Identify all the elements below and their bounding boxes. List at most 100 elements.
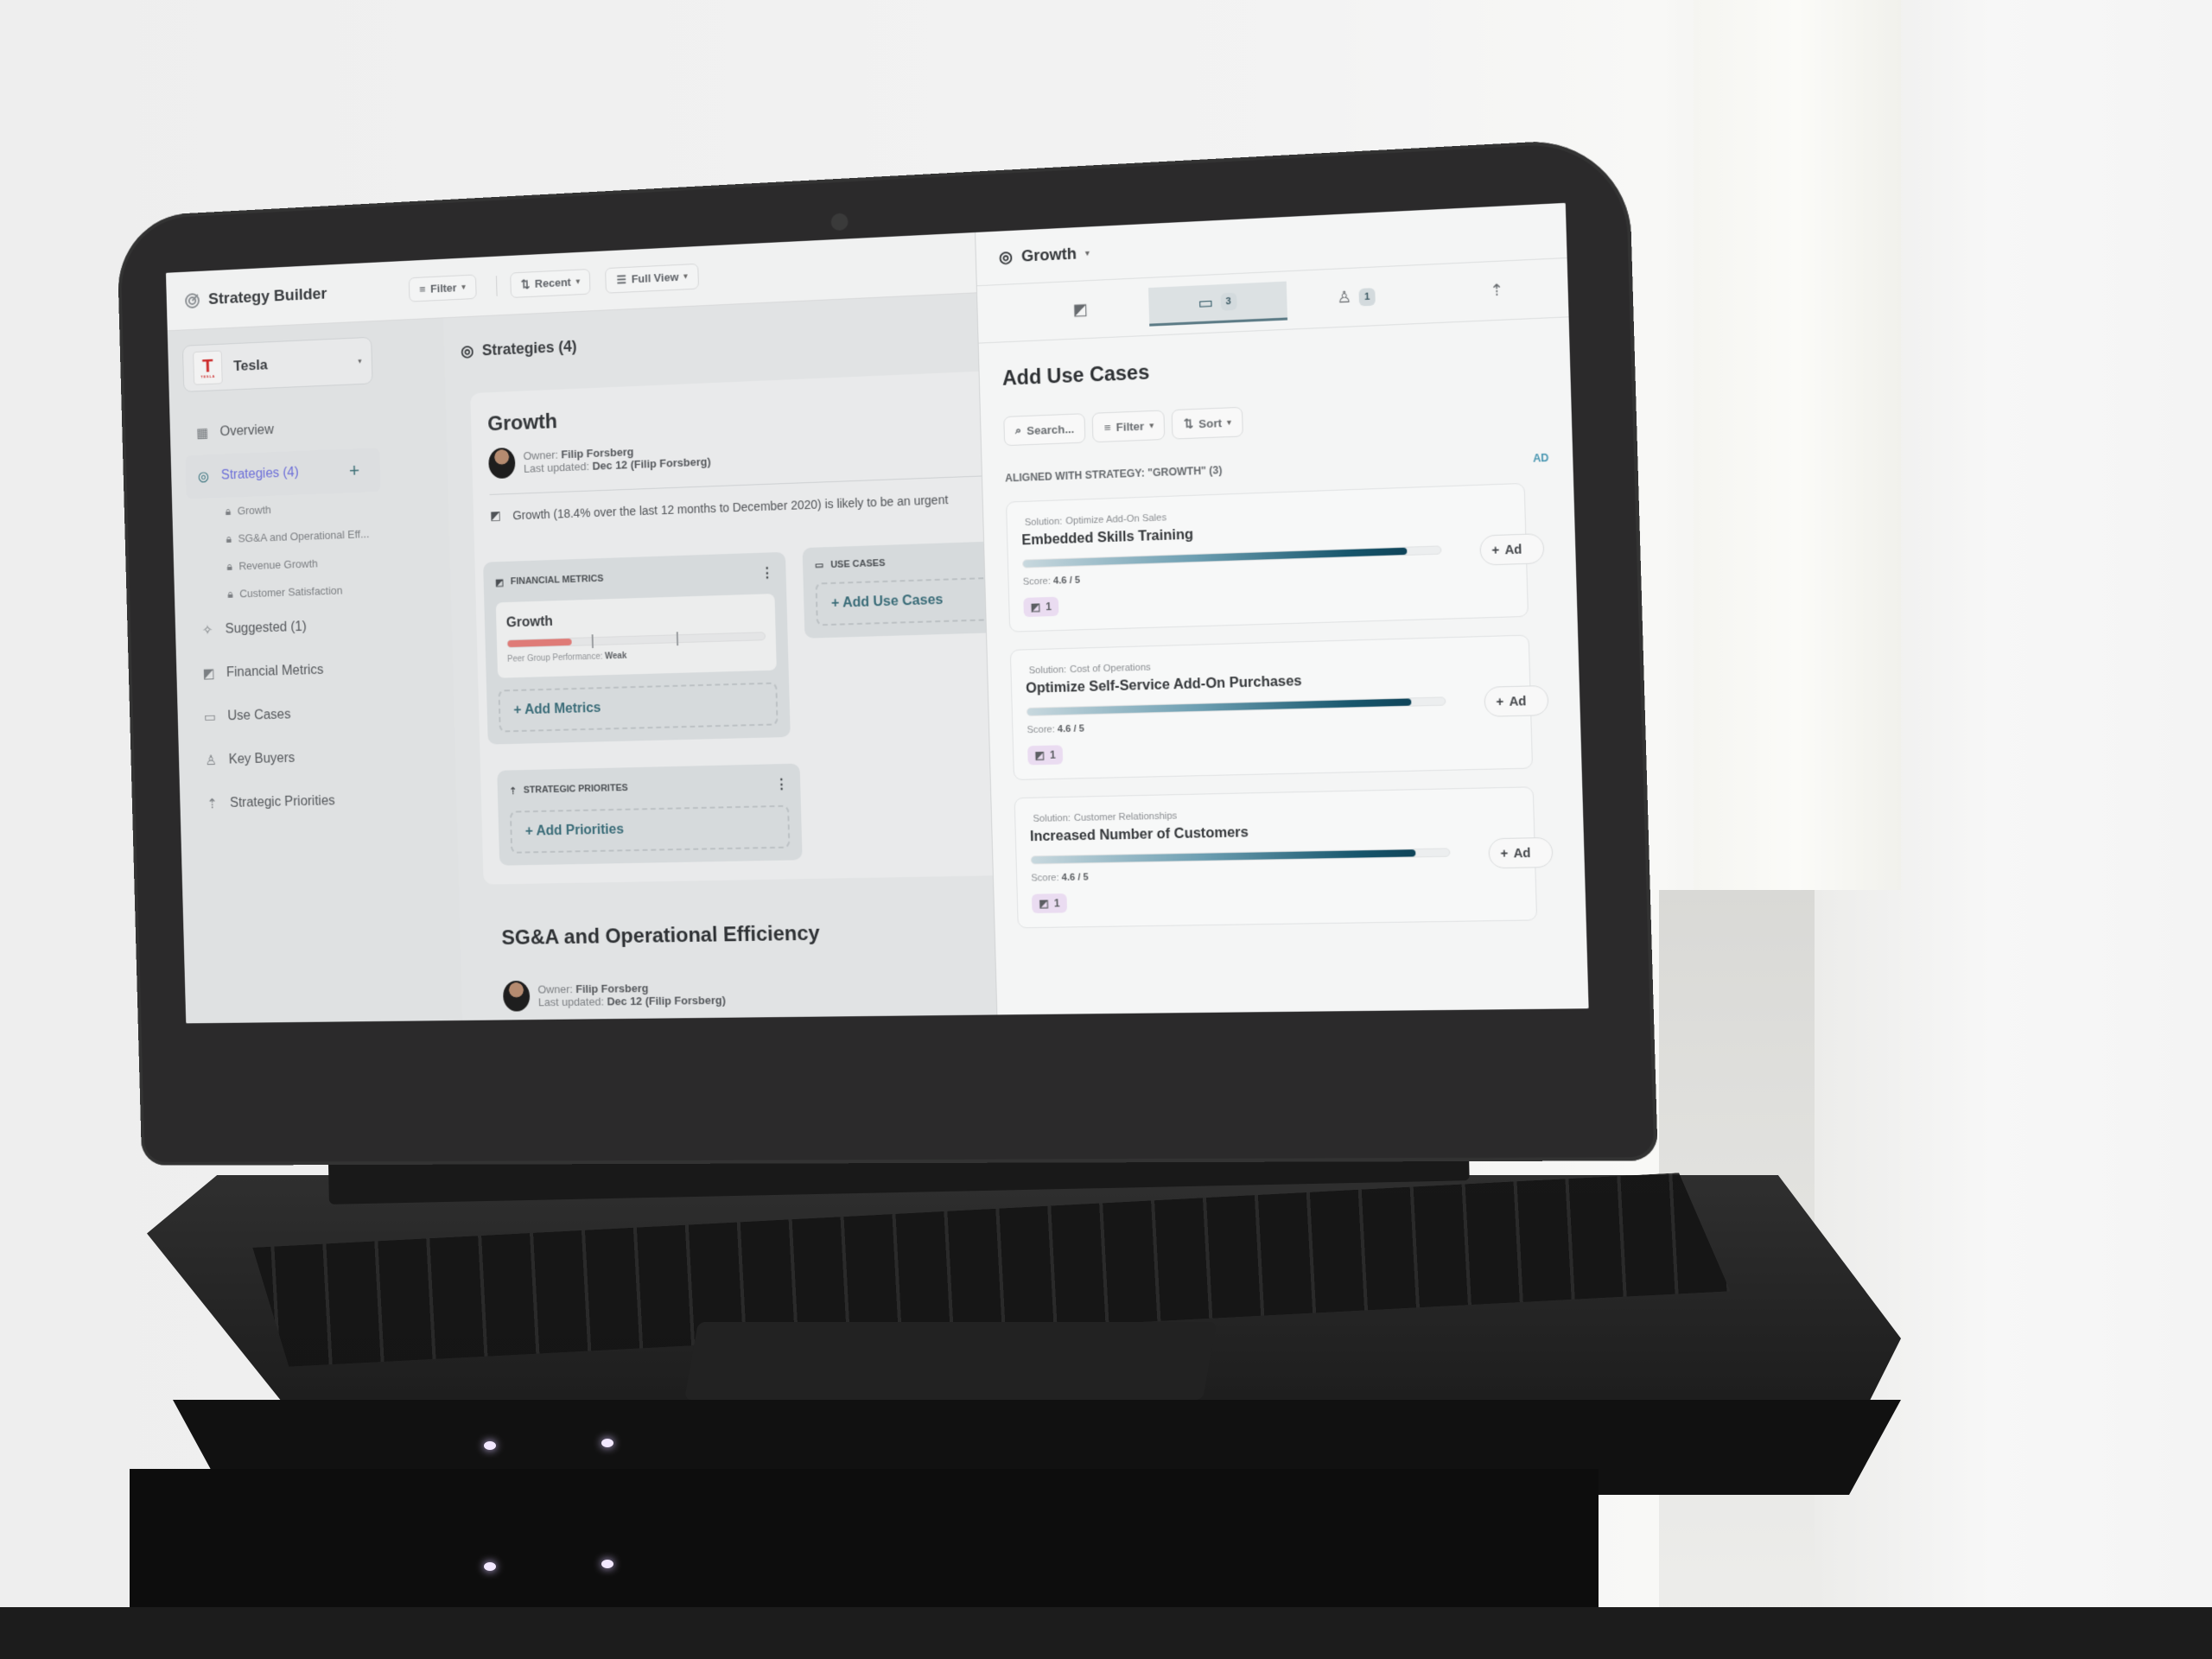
- score-bar: [1026, 696, 1446, 717]
- divider: [489, 475, 982, 495]
- sidebar-nav: ▦ Overview ◎ Strategies (4) + 🔒︎ Growth 🔒…: [184, 402, 442, 826]
- use-case-card: Solution: Customer Relationships Increase…: [1014, 786, 1554, 929]
- sidebar-item-key-buyers[interactable]: ♙ Key Buyers: [193, 733, 441, 783]
- add-use-case-button[interactable]: + Ad: [1484, 684, 1549, 717]
- background-window: [1694, 0, 1901, 890]
- score-bar: [1030, 848, 1451, 865]
- peer-performance: Peer Group Performance: Weak: [506, 651, 627, 664]
- status-led-reflection: [484, 1562, 496, 1571]
- tab-financial-metrics[interactable]: ◩: [1012, 288, 1149, 333]
- performance-tick: [676, 632, 679, 646]
- chart-icon: ◩: [494, 577, 505, 588]
- priorities-icon: ⇡: [509, 785, 518, 797]
- sidebar-item-use-cases[interactable]: ▭ Use Cases: [192, 689, 440, 739]
- target-icon: ◎: [998, 247, 1014, 266]
- strategies-heading: ◎ Strategies (4): [461, 337, 577, 360]
- lock-icon: 🔒︎: [225, 504, 232, 518]
- score-bar-fill: [1031, 849, 1415, 864]
- recent-label: Recent: [534, 275, 572, 290]
- performance-bar: [506, 632, 766, 649]
- briefcase-icon: ▭: [1198, 293, 1214, 312]
- sort-icon: ⇅: [1183, 416, 1194, 430]
- chevron-down-icon: ▾: [1084, 248, 1090, 258]
- webcam: [830, 213, 849, 232]
- add-use-case-button[interactable]: + Ad: [1488, 836, 1554, 869]
- target-icon: [184, 292, 200, 309]
- plus-icon: +: [1496, 694, 1504, 709]
- strategic-priorities-section: ⇡ Strategic Priorites ⋮ + Add Priorities: [497, 763, 803, 866]
- strategy-card: Growth Owner: Filip Forsberg Last update…: [470, 370, 1030, 885]
- chart-icon: ◩: [1072, 300, 1089, 319]
- lock-icon: 🔒︎: [227, 587, 233, 601]
- user-icon: ♙: [205, 753, 218, 769]
- user-icon: ♙: [1337, 288, 1352, 307]
- tab-key-buyers[interactable]: ♙ 1: [1286, 275, 1427, 320]
- status-led: [484, 1441, 496, 1450]
- add-strategy-button[interactable]: +: [349, 460, 360, 482]
- chevron-down-icon: ▾: [1149, 420, 1154, 429]
- search-icon: ⌕: [1014, 423, 1022, 437]
- priorities-icon: ⇡: [1490, 281, 1504, 300]
- metric-tag: ◩ 1: [1027, 745, 1064, 766]
- performance-tick: [591, 634, 594, 649]
- metric-card[interactable]: Growth Peer Group Performance: Weak: [495, 594, 777, 678]
- app-screen: Strategy Builder ≡ Filter ▾ ⇅ Recent ▾ ☰…: [165, 202, 1589, 1024]
- tab-strategic-priorities[interactable]: ⇡: [1426, 268, 1568, 314]
- financial-metrics-section: ◩ Financial Metrics ⋮ Growth Peer Group …: [483, 551, 791, 745]
- metric-tag: ◩ 1: [1023, 596, 1059, 618]
- status-led: [601, 1439, 613, 1447]
- more-options-icon[interactable]: ⋮: [774, 776, 788, 793]
- toolbar-divider: [495, 275, 498, 296]
- add-metrics-button[interactable]: + Add Metrics: [498, 682, 779, 733]
- filter-button[interactable]: ≡ Filter ▾: [408, 274, 477, 302]
- priorities-icon: ⇡: [207, 797, 219, 812]
- count-badge: 3: [1220, 292, 1237, 311]
- add-priorities-button[interactable]: + Add Priorities: [509, 804, 791, 854]
- strategy-owner: Owner: Filip Forsberg Last updated: Dec …: [502, 978, 726, 1012]
- sidebar-item-strategies[interactable]: ◎ Strategies (4) +: [185, 448, 381, 499]
- strategy-list: 🔒︎ Growth 🔒︎ SG&A and Operational Eff... 🔒…: [187, 490, 436, 609]
- chart-icon: ◩: [202, 666, 215, 682]
- filter-button[interactable]: ≡ Filter ▾: [1092, 410, 1166, 443]
- aligned-heading: ALIGNED WITH STRATEGY: "GROWTH" (3): [1005, 463, 1223, 485]
- chevron-down-icon: ▾: [683, 271, 688, 281]
- more-options-icon[interactable]: ⋮: [760, 564, 774, 582]
- chart-icon: ◩: [1039, 897, 1050, 910]
- add-all-link[interactable]: AD: [1533, 452, 1549, 465]
- briefcase-icon: ▭: [203, 710, 217, 725]
- sort-recent-button[interactable]: ⇅ Recent ▾: [509, 268, 591, 298]
- score-bar-fill: [1023, 547, 1407, 568]
- tab-use-cases[interactable]: ▭ 3: [1147, 281, 1287, 327]
- laptop-lid: Strategy Builder ≡ Filter ▾ ⇅ Recent ▾ ☰…: [116, 137, 1658, 1166]
- sidebar: T TESLA Tesla ▾ ▦ Overview ◎ Strategies …: [167, 318, 463, 1024]
- panel-heading: Add Use Cases: [1001, 360, 1150, 390]
- status-led-reflection: [601, 1560, 613, 1568]
- sidebar-item-overview[interactable]: ▦ Overview: [184, 402, 432, 455]
- sidebar-item-suggested[interactable]: ✧ Suggested (1): [189, 601, 437, 652]
- search-input[interactable]: ⌕ Search...: [1003, 413, 1086, 447]
- company-selector[interactable]: T TESLA Tesla ▾: [181, 336, 373, 392]
- strategy-description: ◩ Growth (18.4% over the last 12 months …: [489, 492, 949, 523]
- lock-icon: 🔒︎: [226, 559, 233, 573]
- strategy-title: Growth: [486, 410, 558, 436]
- filter-icon: ≡: [1103, 420, 1111, 435]
- avatar: [502, 980, 531, 1012]
- use-case-list: Solution: Optimize Add-On Sales Embedded …: [1005, 482, 1562, 929]
- chart-icon: ◩: [489, 508, 502, 523]
- chevron-down-icon: ▾: [461, 282, 466, 291]
- main-content: ◎ Strategies (4) Growth Owner: Filip For…: [443, 292, 1030, 1020]
- sort-button[interactable]: ⇅ Sort ▾: [1171, 406, 1243, 440]
- view-button[interactable]: ☰ Full View ▾: [605, 263, 699, 294]
- use-case-name: Increased Number of Customers: [1029, 825, 1249, 845]
- sidebar-item-financial-metrics[interactable]: ◩ Financial Metrics: [190, 645, 438, 696]
- table-surface: [0, 1607, 2212, 1659]
- app-title: Strategy Builder: [207, 284, 327, 308]
- plus-icon: +: [1491, 543, 1500, 557]
- sidebar-item-strategic-priorities[interactable]: ⇡ Strategic Priorities: [194, 777, 442, 826]
- lock-icon: 🔒︎: [226, 531, 232, 545]
- view-label: Full View: [631, 270, 679, 286]
- add-use-case-button[interactable]: + Ad: [1479, 533, 1545, 566]
- target-icon: ◎: [461, 342, 474, 360]
- strategy-title: SG&A and Operational Efficiency: [501, 921, 821, 950]
- filter-label: Filter: [430, 281, 457, 296]
